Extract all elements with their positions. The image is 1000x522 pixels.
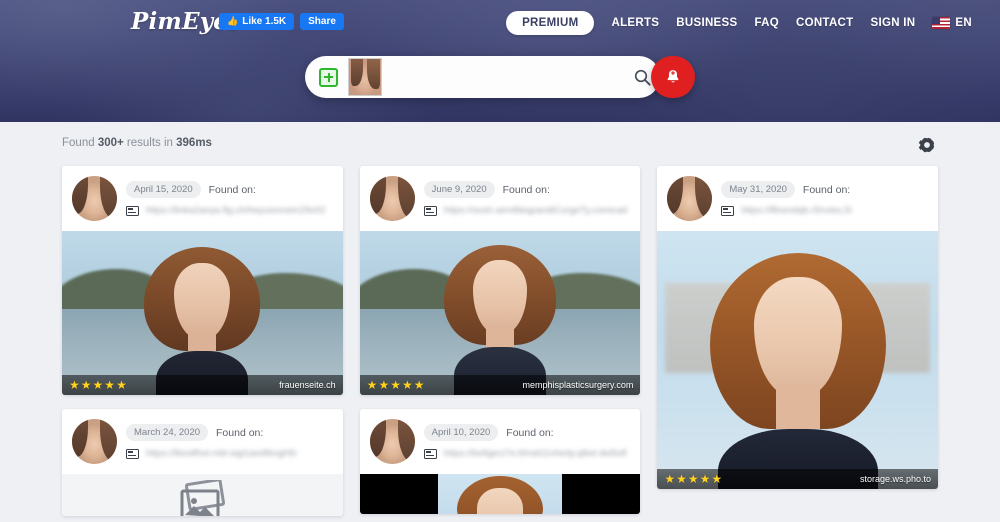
nav-faq[interactable]: FAQ bbox=[754, 17, 779, 29]
create-alert-button[interactable] bbox=[651, 56, 695, 98]
result-portrait bbox=[444, 245, 556, 393]
results-count-text: Found 300+ results in 396ms bbox=[62, 137, 212, 149]
avatar bbox=[72, 176, 117, 221]
result-portrait bbox=[710, 253, 886, 489]
results-columns: April 15, 2020 Found on: https://linka2a… bbox=[62, 166, 938, 516]
result-card-header: May 31, 2020 Found on: https://lfbsmdqb.… bbox=[657, 166, 938, 231]
main-navigation: PREMIUM ALERTS BUSINESS FAQ CONTACT SIGN… bbox=[506, 11, 972, 35]
facebook-social-buttons: 👍 Like 1.5K Share bbox=[219, 13, 344, 30]
result-image-footer: ★★★★★ memphisplasticsurgery.com bbox=[360, 375, 641, 395]
rating-stars[interactable]: ★★★★★ bbox=[69, 379, 127, 391]
result-url[interactable]: https://lboslfhol.mbl.wgi1aodlbngh5r bbox=[146, 448, 333, 459]
found-on-label: Found on: bbox=[506, 427, 553, 439]
found-on-label: Found on: bbox=[209, 184, 256, 196]
result-image[interactable]: ★★★★★ frauenseite.ch bbox=[62, 231, 343, 395]
webpage-icon bbox=[721, 206, 734, 216]
add-image-icon[interactable] bbox=[319, 68, 338, 87]
result-image-placeholder[interactable] bbox=[62, 474, 343, 516]
found-time: 396ms bbox=[176, 137, 212, 149]
found-on-label: Found on: bbox=[803, 184, 850, 196]
result-card[interactable]: May 31, 2020 Found on: https://lfbsmdqb.… bbox=[657, 166, 938, 489]
result-card[interactable]: April 15, 2020 Found on: https://linka2a… bbox=[62, 166, 343, 395]
bell-add-icon bbox=[664, 68, 682, 86]
found-prefix: Found bbox=[62, 137, 98, 149]
result-image[interactable]: ★★★★★ storage.ws.pho.to bbox=[657, 231, 938, 489]
result-date: April 10, 2020 bbox=[424, 424, 499, 441]
result-domain: frauenseite.ch bbox=[279, 380, 336, 390]
webpage-icon bbox=[126, 449, 139, 459]
result-url[interactable]: https://sooh.semfileqpandiCurgeTy.comica… bbox=[444, 205, 631, 216]
language-code: EN bbox=[955, 17, 972, 29]
result-domain: memphisplasticsurgery.com bbox=[522, 380, 633, 390]
result-card-header: April 10, 2020 Found on: https://bofigec… bbox=[360, 409, 641, 474]
result-date: May 31, 2020 bbox=[721, 181, 795, 198]
webpage-icon bbox=[424, 206, 437, 216]
result-image-footer: ★★★★★ storage.ws.pho.to bbox=[657, 469, 938, 489]
result-date: June 9, 2020 bbox=[424, 181, 495, 198]
results-column-2: June 9, 2020 Found on: https://sooh.semf… bbox=[360, 166, 641, 516]
search-input[interactable] bbox=[392, 70, 624, 85]
letterbox-right bbox=[562, 474, 640, 514]
facebook-like-label: Like 1.5K bbox=[242, 17, 286, 27]
result-portrait bbox=[457, 476, 543, 514]
found-middle: results in bbox=[124, 137, 176, 149]
result-card-header: June 9, 2020 Found on: https://sooh.semf… bbox=[360, 166, 641, 231]
webpage-icon bbox=[424, 449, 437, 459]
result-portrait bbox=[144, 247, 260, 395]
thumbs-up-icon: 👍 bbox=[227, 17, 238, 26]
result-card-header: March 24, 2020 Found on: https://lboslfh… bbox=[62, 409, 343, 474]
results-column-3: May 31, 2020 Found on: https://lfbsmdqb.… bbox=[657, 166, 938, 516]
result-card[interactable]: April 10, 2020 Found on: https://bofigec… bbox=[360, 409, 641, 514]
language-selector[interactable]: EN bbox=[932, 17, 972, 29]
result-image-footer: ★★★★★ frauenseite.ch bbox=[62, 375, 343, 395]
photo-stack-icon bbox=[174, 480, 230, 516]
avatar bbox=[370, 176, 415, 221]
result-card-header: April 15, 2020 Found on: https://linka2a… bbox=[62, 166, 343, 231]
facebook-share-label: Share bbox=[308, 17, 336, 27]
result-url[interactable]: https://bofigeci7e.bhrat11vhedy.qlbsl.dw… bbox=[444, 448, 631, 459]
rating-stars[interactable]: ★★★★★ bbox=[367, 379, 425, 391]
avatar bbox=[370, 419, 415, 464]
search-area bbox=[305, 56, 695, 98]
gear-icon[interactable] bbox=[916, 134, 938, 156]
result-date: March 24, 2020 bbox=[126, 424, 208, 441]
nav-business[interactable]: BUSINESS bbox=[676, 17, 737, 29]
result-url[interactable]: https://linka2anya.flg.ch/heyuomnein29v0… bbox=[146, 205, 333, 216]
query-face-thumbnail[interactable] bbox=[348, 58, 382, 96]
facebook-share-button[interactable]: Share bbox=[300, 13, 344, 30]
us-flag-icon bbox=[932, 17, 950, 29]
found-on-label: Found on: bbox=[503, 184, 550, 196]
results-column-1: April 15, 2020 Found on: https://linka2a… bbox=[62, 166, 343, 516]
webpage-icon bbox=[126, 206, 139, 216]
rating-stars[interactable]: ★★★★★ bbox=[664, 473, 722, 485]
nav-alerts[interactable]: ALERTS bbox=[611, 17, 659, 29]
letterbox-left bbox=[360, 474, 438, 514]
result-image[interactable] bbox=[360, 474, 641, 514]
found-on-label: Found on: bbox=[216, 427, 263, 439]
results-area: Found 300+ results in 396ms bbox=[0, 122, 1000, 522]
facebook-like-button[interactable]: 👍 Like 1.5K bbox=[219, 13, 294, 30]
result-date: April 15, 2020 bbox=[126, 181, 201, 198]
results-header: Found 300+ results in 396ms bbox=[0, 122, 1000, 166]
nav-premium[interactable]: PREMIUM bbox=[506, 11, 594, 35]
site-header: PimEyes 👍 Like 1.5K Share PREMIUM ALERTS… bbox=[0, 0, 1000, 122]
nav-contact[interactable]: CONTACT bbox=[796, 17, 853, 29]
nav-sign-in[interactable]: SIGN IN bbox=[871, 17, 916, 29]
result-domain: storage.ws.pho.to bbox=[860, 474, 931, 484]
result-image[interactable]: ★★★★★ memphisplasticsurgery.com bbox=[360, 231, 641, 395]
avatar bbox=[72, 419, 117, 464]
search-bar bbox=[305, 56, 660, 98]
avatar bbox=[667, 176, 712, 221]
found-count: 300+ bbox=[98, 137, 124, 149]
result-url[interactable]: https://lfbsmdqb.r5nvies,5i bbox=[741, 205, 928, 216]
result-card[interactable]: June 9, 2020 Found on: https://sooh.semf… bbox=[360, 166, 641, 395]
result-card[interactable]: March 24, 2020 Found on: https://lboslfh… bbox=[62, 409, 343, 516]
